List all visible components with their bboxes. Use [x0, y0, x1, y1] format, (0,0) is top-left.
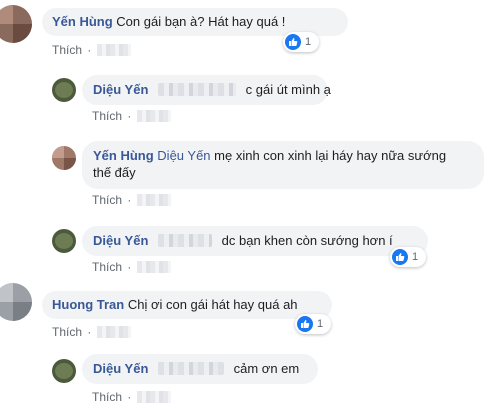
- reply-bubble: Diệu Yến cảm ơn em: [82, 354, 318, 384]
- comment-text-continued: thế đấy: [93, 165, 136, 180]
- reaction-count[interactable]: 1: [283, 32, 319, 52]
- redacted-text: [158, 83, 237, 96]
- reply-bubble: Diệu Yến dc bạn khen còn sướng hơn í: [82, 226, 428, 256]
- mention-link[interactable]: Diệu Yến: [157, 148, 210, 163]
- redacted-text: [158, 234, 213, 247]
- like-link[interactable]: Thích ·: [92, 260, 171, 274]
- avatar[interactable]: [52, 146, 76, 170]
- timestamp: [136, 391, 171, 403]
- thumbs-up-icon: [297, 316, 313, 332]
- comment-text: Con gái bạn à? Hát hay quá !: [116, 14, 286, 29]
- comment-text: mẹ xinh con xinh lại háy hay nữa sướng: [214, 148, 447, 163]
- comment-text: cảm ơn em: [233, 361, 300, 376]
- reply-bubble: Diệu Yến c gái út mình ạ: [82, 75, 331, 105]
- redacted-text: [158, 362, 225, 375]
- timestamp: [136, 261, 171, 273]
- commenter-name[interactable]: Huong Tran: [52, 297, 124, 312]
- commenter-name[interactable]: Diệu Yến: [93, 82, 148, 97]
- like-link[interactable]: Thích ·: [92, 193, 171, 207]
- like-link[interactable]: Thích ·: [92, 390, 171, 404]
- comment-bubble: Huong Tran Chị ơi con gái hát hay quá ah: [42, 291, 332, 319]
- commenter-name[interactable]: Diệu Yến: [93, 233, 148, 248]
- avatar[interactable]: [0, 5, 32, 43]
- avatar[interactable]: [52, 78, 76, 102]
- avatar[interactable]: [52, 229, 76, 253]
- timestamp: [136, 194, 171, 206]
- timestamp: [96, 44, 131, 56]
- like-link[interactable]: Thích ·: [52, 43, 131, 57]
- commenter-name[interactable]: Yến Hùng: [52, 14, 113, 29]
- like-link[interactable]: Thích ·: [92, 109, 171, 123]
- timestamp: [96, 326, 131, 338]
- avatar[interactable]: [52, 359, 76, 383]
- reaction-count[interactable]: 1: [295, 314, 331, 334]
- comment-text: c gái út mình ạ: [245, 82, 331, 97]
- thumbs-up-icon: [285, 34, 301, 50]
- commenter-name[interactable]: Diệu Yến: [93, 361, 148, 376]
- comment-text: Chị ơi con gái hát hay quá ah: [127, 297, 298, 312]
- thumbs-up-icon: [392, 249, 408, 265]
- commenter-name[interactable]: Yến Hùng: [93, 148, 154, 163]
- reaction-count[interactable]: 1: [390, 247, 426, 267]
- like-link[interactable]: Thích ·: [52, 325, 131, 339]
- timestamp: [136, 110, 171, 122]
- comment-text: dc bạn khen còn sướng hơn í: [221, 233, 393, 248]
- avatar[interactable]: [0, 283, 32, 321]
- reply-bubble: Yến Hùng Diệu Yến mẹ xinh con xinh lại h…: [82, 141, 484, 189]
